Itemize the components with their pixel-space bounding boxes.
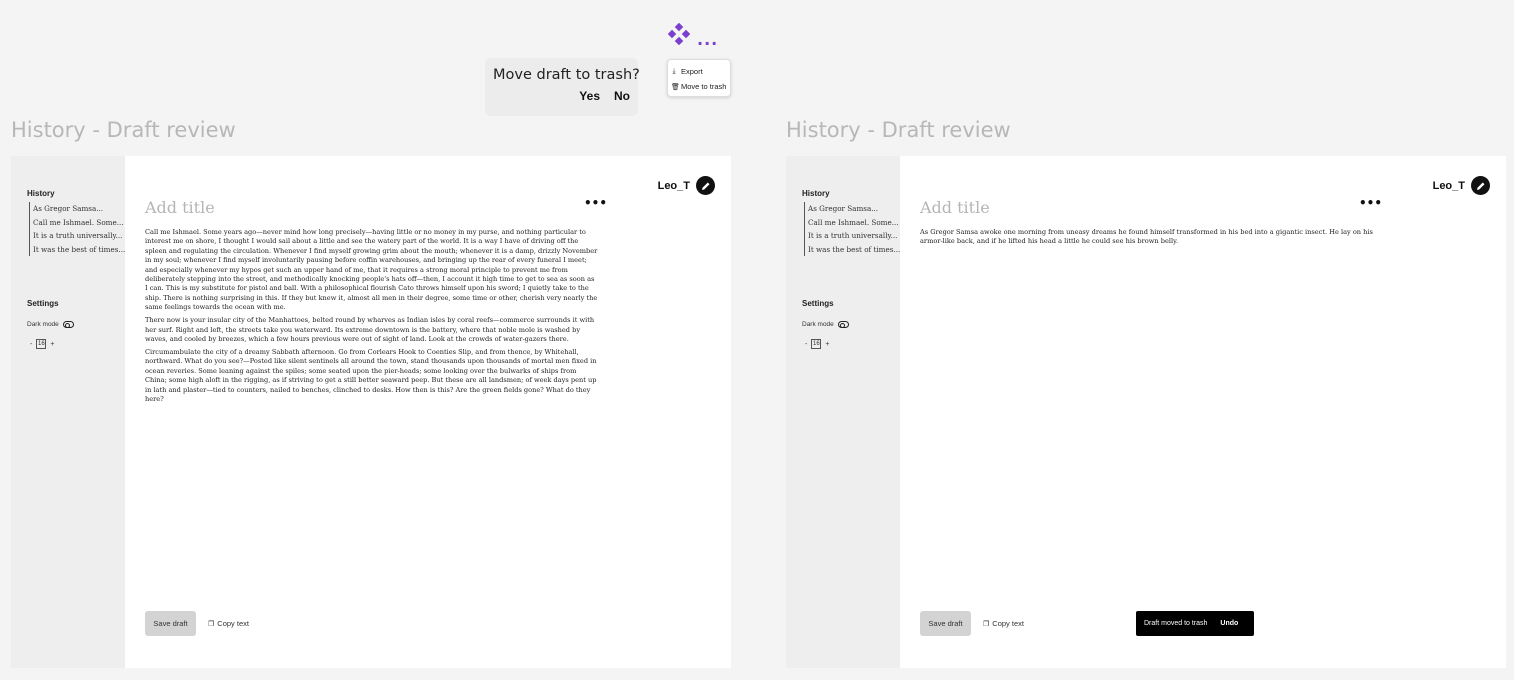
editor: Leo_T ••• Add title As Gregor Samsa awok…	[900, 156, 1506, 668]
username: Leo_T	[1432, 179, 1465, 192]
history-item[interactable]: It is a truth universally...	[808, 229, 900, 243]
pencil-icon	[1476, 182, 1484, 190]
dark-mode-label: Dark mode	[27, 321, 59, 328]
decrease-button[interactable]: -	[30, 341, 32, 348]
decrease-button[interactable]: -	[805, 341, 807, 348]
edit-button[interactable]	[696, 176, 715, 195]
history-item[interactable]: It was the best of times...	[33, 243, 125, 257]
copy-text-label: Copy text	[992, 619, 1024, 628]
copy-icon: ❐	[983, 620, 990, 628]
undo-button[interactable]: Undo	[1220, 620, 1238, 627]
pencil-icon	[701, 182, 709, 190]
copy-icon: ❐	[208, 620, 215, 628]
dark-mode-label: Dark mode	[802, 321, 834, 328]
sidebar: History As Gregor Samsa... Call me Ishma…	[11, 156, 125, 668]
draft-review-frame: History As Gregor Samsa... Call me Ishma…	[786, 156, 1506, 668]
draft-body[interactable]: As Gregor Samsa awoke one morning from u…	[920, 228, 1373, 250]
history-item[interactable]: As Gregor Samsa...	[33, 202, 125, 216]
confirm-question: Move draft to trash?	[493, 67, 640, 83]
more-options-button[interactable]: •••	[1359, 196, 1382, 210]
history-item[interactable]: As Gregor Samsa...	[808, 202, 900, 216]
copy-text-button[interactable]: ❐ Copy text	[983, 619, 1024, 628]
more-options-button[interactable]: •••	[584, 196, 607, 210]
confirm-yes-button[interactable]: Yes	[579, 89, 600, 103]
frame-title: History - Draft review	[11, 118, 236, 142]
font-size-stepper: - 16 +	[805, 339, 829, 349]
copy-text-button[interactable]: ❐ Copy text	[208, 619, 249, 628]
dark-mode-toggle[interactable]	[837, 321, 849, 328]
component-icon	[668, 23, 690, 45]
history-heading: History	[802, 189, 830, 198]
save-draft-button[interactable]: Save draft	[145, 611, 196, 636]
paragraph: There now is your insular city of the Ma…	[145, 316, 595, 344]
history-item[interactable]: It was the best of times...	[808, 243, 900, 257]
increase-button[interactable]: +	[825, 341, 829, 348]
frame-title: History - Draft review	[786, 118, 1011, 142]
history-item[interactable]: Call me Ishmael. Some...	[808, 216, 900, 230]
title-input[interactable]: Add title	[145, 198, 215, 217]
history-item[interactable]: It is a truth universally...	[33, 229, 125, 243]
confirm-dialog: Move draft to trash? Yes No	[485, 58, 640, 116]
copy-text-label: Copy text	[217, 619, 249, 628]
paragraph: Call me Ishmael. Some years ago—never mi…	[145, 228, 598, 312]
settings-heading: Settings	[27, 299, 59, 308]
history-list: As Gregor Samsa... Call me Ishmael. Some…	[29, 202, 125, 256]
history-item[interactable]: Call me Ishmael. Some...	[33, 216, 125, 230]
toast-message: Draft moved to trash	[1144, 620, 1208, 627]
dark-mode-row: Dark mode	[802, 321, 849, 328]
editor: Leo_T ••• Add title Call me Ishmael. Som…	[125, 156, 731, 668]
dark-mode-toggle[interactable]	[62, 321, 74, 328]
more-menu: ⤓ Export 🗑 Move to trash	[667, 59, 731, 97]
export-icon: ⤓	[672, 67, 676, 75]
menu-item-label: Export	[681, 67, 703, 76]
increase-button[interactable]: +	[50, 341, 54, 348]
confirm-no-button[interactable]: No	[614, 89, 630, 103]
draft-review-frame: History As Gregor Samsa... Call me Ishma…	[11, 156, 731, 668]
draft-body[interactable]: Call me Ishmael. Some years ago—never mi…	[145, 228, 598, 408]
save-draft-button[interactable]: Save draft	[920, 611, 971, 636]
paragraph: As Gregor Samsa awoke one morning from u…	[920, 228, 1373, 246]
edit-button[interactable]	[1471, 176, 1490, 195]
title-input[interactable]: Add title	[920, 198, 990, 217]
user-badge: Leo_T	[658, 176, 715, 195]
menu-item-move-to-trash[interactable]: 🗑 Move to trash	[671, 79, 730, 94]
menu-item-label: Move to trash	[681, 82, 727, 91]
font-size-value[interactable]: 16	[811, 339, 822, 349]
font-size-stepper: - 16 +	[30, 339, 54, 349]
sidebar: History As Gregor Samsa... Call me Ishma…	[786, 156, 900, 668]
font-size-value[interactable]: 16	[36, 339, 47, 349]
settings-heading: Settings	[802, 299, 834, 308]
component-dots[interactable]: ...	[697, 30, 718, 49]
menu-item-export[interactable]: ⤓ Export	[671, 64, 730, 79]
trash-icon: 🗑	[671, 83, 680, 91]
dark-mode-row: Dark mode	[27, 321, 74, 328]
paragraph: Circumambulate the city of a dreamy Sabb…	[145, 348, 597, 404]
username: Leo_T	[657, 179, 690, 192]
user-badge: Leo_T	[1433, 176, 1490, 195]
history-list: As Gregor Samsa... Call me Ishmael. Some…	[804, 202, 900, 256]
history-heading: History	[27, 189, 55, 198]
toast-notification: Draft moved to trash Undo	[1136, 611, 1254, 636]
